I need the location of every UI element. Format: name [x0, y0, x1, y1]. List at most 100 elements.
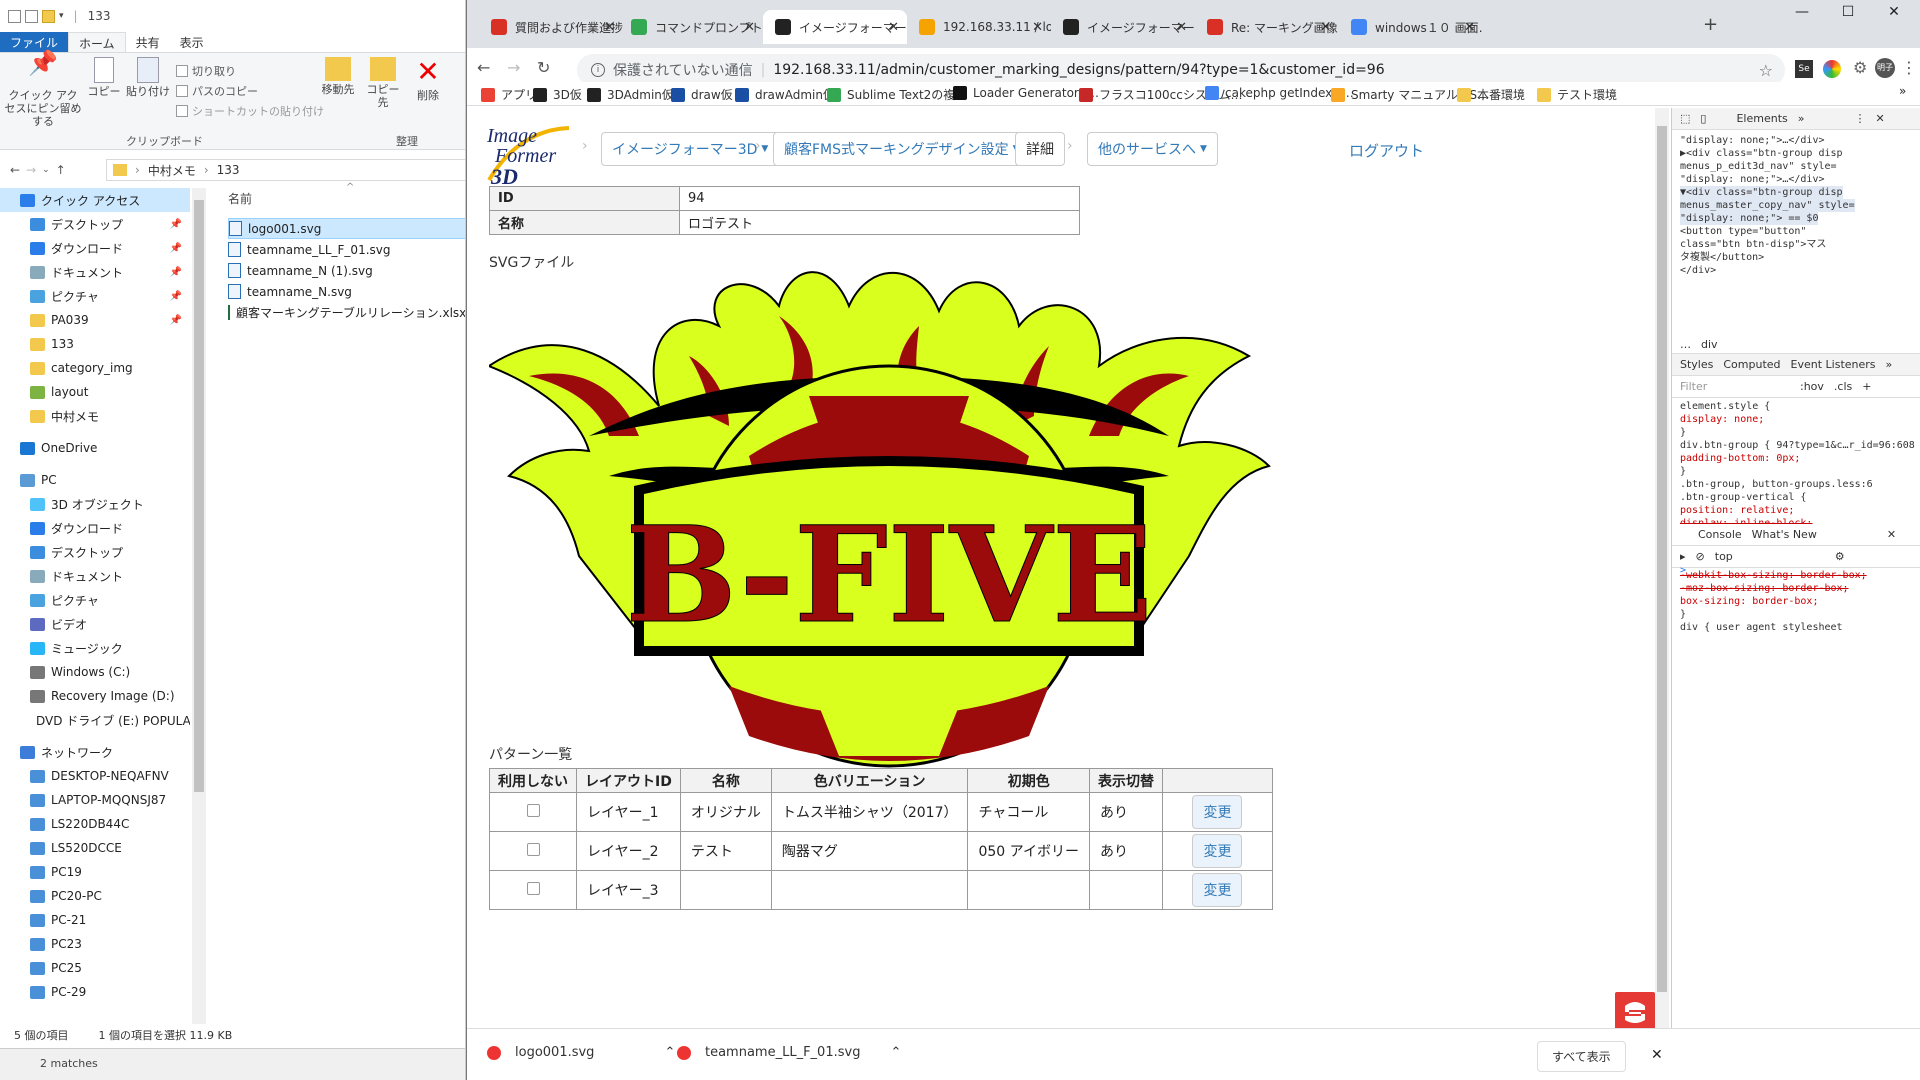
browser-tab[interactable]: windows１０ 画面… ✕ [1339, 10, 1483, 44]
nav-item[interactable]: DVD ドライブ (E:) POPULAR [0, 708, 190, 732]
nav-item[interactable]: ピクチャ 📌 [0, 284, 190, 308]
file-item[interactable]: logo001.svg [228, 218, 465, 239]
info-icon[interactable]: i [591, 63, 605, 77]
forward-arrow-icon[interactable]: → [26, 163, 36, 177]
devtools-menu-icon[interactable]: ⋮ [1854, 112, 1865, 125]
inspect-icon[interactable]: ⬚ [1680, 112, 1690, 125]
nav-item[interactable]: PC [0, 468, 190, 492]
copy-button[interactable]: コピー [86, 57, 122, 98]
nav-item[interactable]: LS520DCCE [0, 836, 190, 860]
style-rule-line[interactable]: .btn-group, button-groups.less:6 [1680, 478, 1873, 491]
dom-line[interactable]: <button type="button" [1680, 225, 1806, 238]
nav-item[interactable]: クイック アクセス [0, 188, 190, 212]
nav-item[interactable]: PC20-PC [0, 884, 190, 908]
console-prompt[interactable]: > [1680, 564, 1686, 577]
dom-line[interactable]: "display: none;">…</div> [1680, 134, 1825, 147]
bookmark-item[interactable]: テスト環境 [1537, 86, 1617, 103]
change-button[interactable]: 変更 [1192, 795, 1243, 829]
style-rule-line[interactable]: div { user agent stylesheet [1680, 621, 1843, 634]
nav-item[interactable]: layout [0, 380, 190, 404]
dom-line[interactable]: "display: none;">…</div> [1680, 173, 1825, 186]
style-rule-line[interactable]: } [1680, 608, 1686, 621]
bookmark-item[interactable]: drawAdmin仮 [735, 86, 835, 103]
nav-item[interactable]: PA039 📌 [0, 308, 190, 332]
dom-line[interactable]: </div> [1680, 264, 1716, 277]
delete-button[interactable]: ✕ 削除 [410, 57, 446, 103]
nav-scrollbar-thumb[interactable] [194, 200, 204, 792]
download-menu-icon[interactable]: ⌃ [890, 1045, 901, 1060]
file-item[interactable]: teamname_N.svg [228, 281, 465, 302]
bookmark-item[interactable]: draw仮 [671, 86, 733, 103]
nav-item[interactable]: ミュージック [0, 636, 190, 660]
url-text[interactable]: 192.168.33.11/admin/customer_marking_des… [773, 62, 1384, 78]
style-rule-line[interactable]: position: relative; [1680, 504, 1794, 517]
cls-toggle[interactable]: .cls [1834, 380, 1852, 393]
nav-item[interactable]: デスクトップ [0, 540, 190, 564]
new-folder-icon[interactable] [42, 9, 55, 23]
console-sidebar-icon[interactable]: ▸ [1680, 550, 1686, 563]
breadcrumb-item[interactable]: 中村メモ [148, 162, 196, 179]
breadcrumb-item[interactable]: 133 [217, 163, 240, 177]
dom-line[interactable]: ▶<div class="btn-group disp [1680, 147, 1843, 160]
style-rule-line[interactable]: } [1680, 465, 1686, 478]
tab-elements[interactable]: Elements [1736, 112, 1787, 125]
close-drawer-icon[interactable]: ✕ [1887, 528, 1896, 541]
tab-close-icon[interactable]: ✕ [1320, 20, 1331, 35]
nav-item[interactable]: デスクトップ 📌 [0, 212, 190, 236]
bookmark-star-icon[interactable]: ☆ [1759, 61, 1773, 80]
browser-tab[interactable]: Re: マーキング画像 - n…✕ [1195, 10, 1339, 44]
tab-computed[interactable]: Computed [1723, 358, 1780, 371]
detail-button[interactable]: 詳細 [1015, 132, 1065, 166]
nav-item[interactable]: PC-21 [0, 908, 190, 932]
move-to-button[interactable]: 移動先 [318, 57, 358, 96]
more-tabs-icon[interactable]: » [1886, 358, 1893, 371]
image-former-menu-button[interactable]: イメージフォーマー3D ▼ [601, 132, 780, 166]
tab-whats-new[interactable]: What's New [1752, 528, 1817, 541]
tab-home[interactable]: ホーム [68, 32, 126, 52]
nav-item[interactable]: Windows (C:) [0, 660, 190, 684]
unused-checkbox[interactable] [526, 803, 540, 817]
pin-quick-access-button[interactable]: 📌 クイック アクセスにピン留めする [4, 51, 82, 128]
nav-item[interactable]: category_img [0, 356, 190, 380]
extension-se-icon[interactable]: Se [1795, 60, 1813, 78]
nav-item[interactable]: PC19 [0, 860, 190, 884]
maximize-icon[interactable]: ☐ [1825, 4, 1871, 20]
properties-icon[interactable] [25, 9, 38, 23]
more-tabs-icon[interactable]: » [1798, 112, 1805, 125]
nav-item[interactable]: ドキュメント [0, 564, 190, 588]
other-services-button[interactable]: 他のサービスへ ▼ [1087, 132, 1218, 166]
nav-item[interactable]: OneDrive [0, 436, 190, 460]
browser-tab[interactable]: イメージフォーマー３D：…✕ [1051, 10, 1195, 44]
nav-item[interactable]: ダウンロード 📌 [0, 236, 190, 260]
change-button[interactable]: 変更 [1192, 873, 1243, 907]
tab-share[interactable]: 共有 [126, 32, 170, 52]
copy-path-button[interactable]: パスのコピー [176, 83, 258, 99]
profile-avatar[interactable]: 明子 [1875, 58, 1895, 78]
unused-checkbox[interactable] [526, 881, 540, 895]
bookmark-item[interactable]: Sublime Text2の複… [827, 86, 967, 103]
browser-tab[interactable]: イメージフォーマー３D：…✕ [763, 10, 907, 44]
recent-chevron-icon[interactable]: ⌄ [42, 165, 50, 175]
style-rule-line[interactable]: padding-bottom: 0px; [1680, 452, 1800, 465]
file-item[interactable]: teamname_LL_F_01.svg [228, 239, 465, 260]
tab-close-icon[interactable]: ✕ [744, 20, 755, 35]
copy-to-button[interactable]: コピー先 [362, 57, 404, 109]
dom-line[interactable]: タ複製</button> [1680, 251, 1764, 264]
bookmark-item[interactable]: 3DAdmin仮 [587, 86, 674, 103]
dom-line[interactable]: menus_p_edit3d_nav" style= [1680, 160, 1837, 173]
address-bar[interactable]: › 中村メモ › 133 [106, 159, 465, 181]
hov-toggle[interactable]: :hov [1800, 380, 1824, 393]
device-toolbar-icon[interactable]: ▯ [1700, 112, 1706, 125]
extension-gear-icon[interactable]: ⚙ [1853, 58, 1867, 77]
nav-item[interactable]: PC25 [0, 956, 190, 980]
dom-line[interactable]: ▼<div class="btn-group disp [1680, 186, 1843, 199]
paste-shortcut-button[interactable]: ショートカットの貼り付け [176, 103, 324, 119]
nav-item[interactable]: DESKTOP-NEQAFNV [0, 764, 190, 788]
bookmark-item[interactable]: 3D仮 [533, 86, 582, 103]
paste-button[interactable]: 貼り付け [126, 57, 170, 98]
floating-app-icon[interactable] [1615, 992, 1655, 1028]
minimize-icon[interactable]: — [1779, 4, 1825, 20]
nav-item[interactable]: 3D オブジェクト [0, 492, 190, 516]
bookmark-item[interactable]: 本番環境 [1457, 86, 1525, 103]
nav-item[interactable]: LS220DB44C [0, 812, 190, 836]
